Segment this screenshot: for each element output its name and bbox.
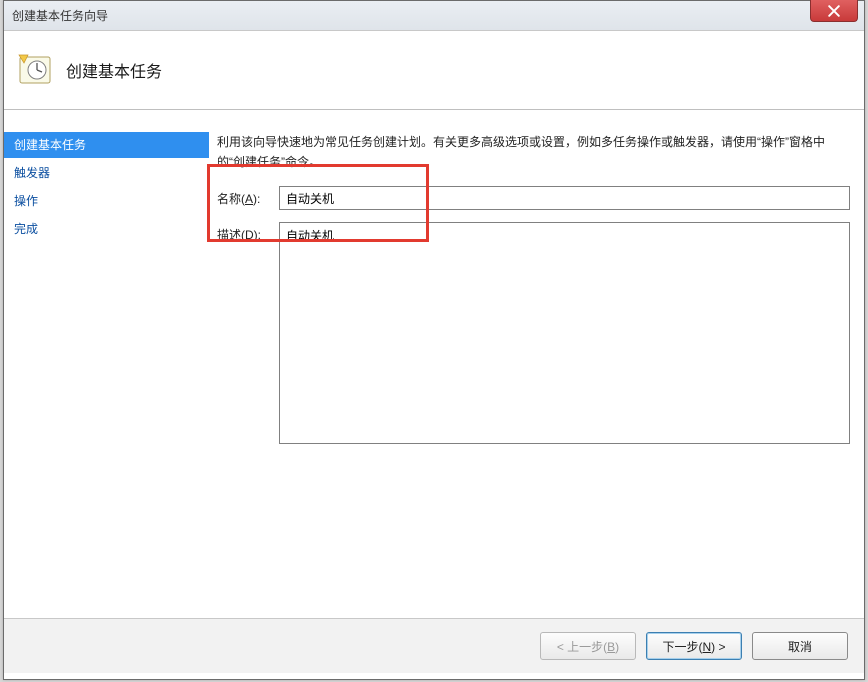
clock-icon [18,53,52,87]
sidebar-item-finish[interactable]: 完成 [4,216,209,242]
close-button[interactable] [810,0,858,22]
desc-label-key: D [245,228,254,242]
titlebar: 创建基本任务向导 [4,1,864,31]
cancel-button[interactable]: 取消 [752,632,848,660]
name-label-post: ): [253,192,260,206]
description-input[interactable] [279,222,850,444]
wizard-body: 创建基本任务 触发器 操作 完成 利用该向导快速地为常见任务创建计划。有关更多高… [4,110,864,618]
sidebar-item-trigger[interactable]: 触发器 [4,160,209,186]
wizard-header: 创建基本任务 [4,31,864,109]
name-row: 名称(A): [217,186,850,210]
description-row: 描述(D): [217,222,850,444]
back-pre: < 上一步( [557,640,607,654]
next-key: N [702,640,711,654]
name-input[interactable] [279,186,850,210]
intro-text: 利用该向导快速地为常见任务创建计划。有关更多高级选项或设置，例如多任务操作或触发… [217,132,850,172]
back-post: ) [615,640,619,654]
wizard-window: 创建基本任务向导 创建基本任务 创建基本任务 触发器 操作 [3,0,865,680]
name-label: 名称(A): [217,186,279,207]
wizard-title: 创建基本任务 [66,58,162,82]
window-title: 创建基本任务向导 [12,7,108,24]
wizard-content: 利用该向导快速地为常见任务创建计划。有关更多高级选项或设置，例如多任务操作或触发… [209,110,864,618]
description-label: 描述(D): [217,222,279,243]
next-button[interactable]: 下一步(N) > [646,632,742,660]
sidebar-item-create-basic-task[interactable]: 创建基本任务 [4,132,209,158]
name-label-key: A [245,192,253,206]
name-label-pre: 名称( [217,192,245,206]
sidebar: 创建基本任务 触发器 操作 完成 [4,110,209,618]
close-icon [828,5,840,17]
button-bar: < 上一步(B) 下一步(N) > 取消 [4,618,864,673]
desc-label-post: ): [254,228,261,242]
desc-label-pre: 描述( [217,228,245,242]
back-button: < 上一步(B) [540,632,636,660]
sidebar-item-action[interactable]: 操作 [4,188,209,214]
next-pre: 下一步( [662,640,702,654]
next-post: ) > [711,640,725,654]
back-key: B [607,640,615,654]
